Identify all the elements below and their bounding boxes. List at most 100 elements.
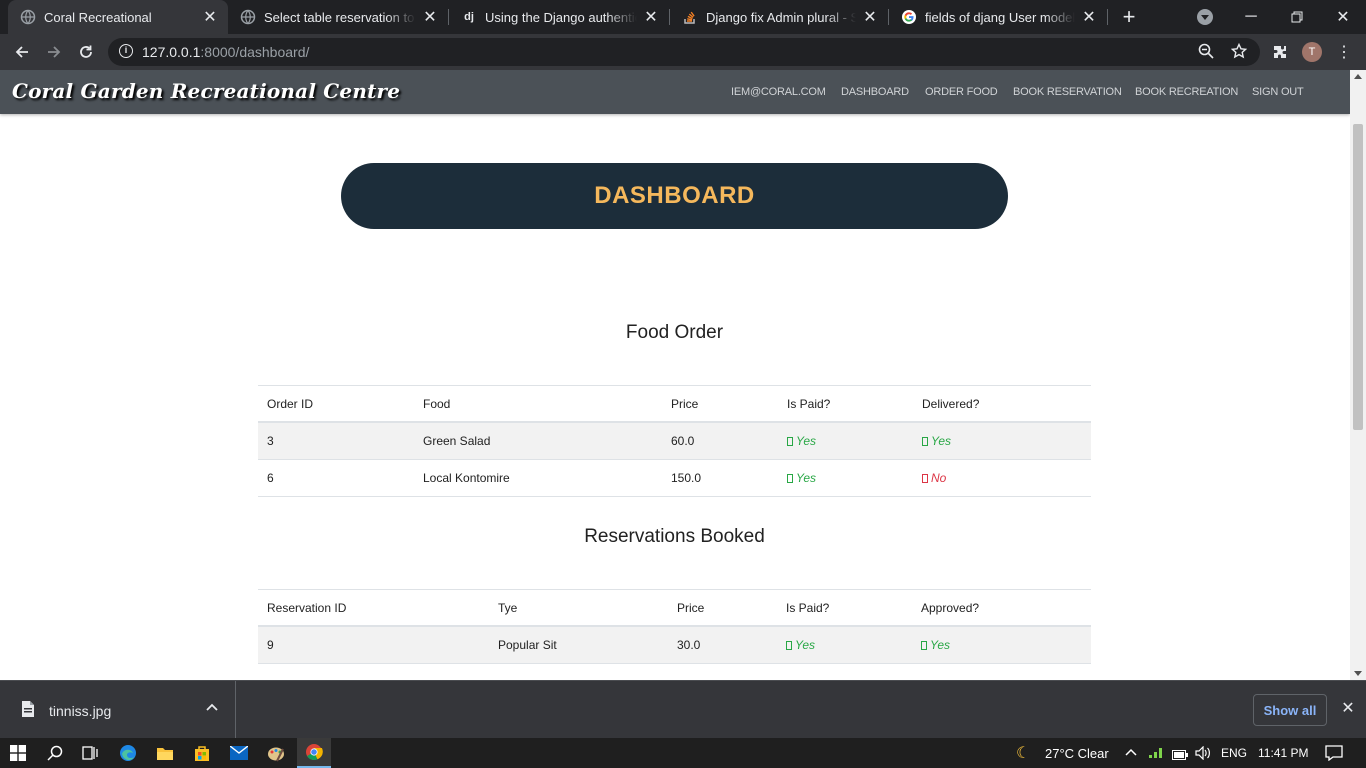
reload-icon[interactable] xyxy=(72,38,100,66)
nav-book-reservation[interactable]: BOOK RESERVATION xyxy=(1013,86,1122,98)
clock-time[interactable]: 11:41 PM xyxy=(1258,746,1308,760)
food-order-table: Order ID Food Price Is Paid? Delivered? … xyxy=(258,385,1091,497)
order-id: 3 xyxy=(267,434,274,448)
paint-icon[interactable] xyxy=(259,738,293,768)
download-item[interactable]: tinniss.jpg xyxy=(0,681,236,739)
check-icon xyxy=(786,641,792,650)
scrollbar-thumb[interactable] xyxy=(1353,124,1363,430)
scroll-up-arrow-icon[interactable] xyxy=(1354,74,1362,79)
nav-order-food[interactable]: ORDER FOOD xyxy=(925,86,998,98)
close-tab-icon[interactable]: ✕ xyxy=(422,9,438,26)
tab-title: fields of djang User model - ( xyxy=(925,9,1075,25)
tab-django-authentication[interactable]: dj Using the Django authenticat ✕ xyxy=(449,0,669,34)
stackoverflow-icon xyxy=(682,9,698,25)
globe-icon xyxy=(240,9,256,25)
nav-sign-out[interactable]: SIGN OUT xyxy=(1252,86,1304,98)
order-id: 6 xyxy=(267,471,274,485)
forward-icon[interactable] xyxy=(40,38,68,66)
url-host: 127.0.0.1 xyxy=(142,44,201,60)
food-price: 150.0 xyxy=(671,471,702,485)
check-icon xyxy=(787,437,793,446)
nav-book-recreation[interactable]: BOOK RECREATION xyxy=(1135,86,1238,98)
reservations-heading: Reservations Booked xyxy=(584,526,765,547)
header-reservation-id: Reservation ID xyxy=(267,601,347,615)
windows-taskbar: ☾ 27°C Clear ENG 11:41 PM xyxy=(0,738,1366,768)
close-download-bar-icon[interactable]: ✕ xyxy=(1339,700,1357,718)
close-tab-icon[interactable]: ✕ xyxy=(1081,9,1097,26)
search-icon[interactable] xyxy=(38,738,72,768)
tab-title: Using the Django authenticat xyxy=(485,9,637,25)
network-icon[interactable] xyxy=(1148,745,1164,764)
profile-avatar[interactable]: T xyxy=(1302,42,1322,62)
scroll-down-arrow-icon[interactable] xyxy=(1354,671,1362,676)
tab-select-table-reservation[interactable]: Select table reservation to ch ✕ xyxy=(228,0,448,34)
paid-status: Yes xyxy=(787,471,816,485)
input-language[interactable]: ENG xyxy=(1221,746,1247,760)
cross-icon xyxy=(922,474,928,483)
approved-status: Yes xyxy=(921,638,950,652)
nav-user-email[interactable]: IEM@CORAL.COM xyxy=(731,86,826,98)
page-scrollbar[interactable] xyxy=(1350,70,1366,680)
paid-status: Yes xyxy=(787,434,816,448)
close-tab-icon[interactable]: ✕ xyxy=(202,9,218,26)
reservation-type: Popular Sit xyxy=(498,638,557,652)
volume-icon[interactable] xyxy=(1195,745,1211,765)
header-food: Food xyxy=(423,397,451,411)
battery-icon[interactable] xyxy=(1172,747,1188,765)
chrome-taskbar-icon[interactable] xyxy=(297,738,331,768)
extensions-puzzle-icon[interactable] xyxy=(1266,38,1294,66)
paid-status: Yes xyxy=(786,638,815,652)
show-all-downloads-button[interactable]: Show all xyxy=(1253,694,1327,726)
url-path: :8000/dashboard/ xyxy=(200,44,310,60)
zoom-icon[interactable] xyxy=(1198,43,1214,64)
site-brand-logo[interactable]: Coral Garden Recreational Centre xyxy=(12,79,400,103)
header-is-paid: Is Paid? xyxy=(787,397,831,411)
mail-icon[interactable] xyxy=(222,738,256,768)
hidden-icons-chevron-icon[interactable] xyxy=(1125,746,1137,764)
close-tab-icon[interactable]: ✕ xyxy=(643,9,659,26)
weather-moon-icon[interactable]: ☾ xyxy=(1016,743,1030,763)
google-icon xyxy=(901,9,917,25)
tab-title: Django fix Admin plural - Sta xyxy=(706,9,856,25)
chevron-up-icon[interactable] xyxy=(205,701,219,720)
info-icon[interactable]: i xyxy=(119,44,133,58)
table-header: Reservation ID Tye Price Is Paid? Approv… xyxy=(258,590,1091,627)
globe-icon xyxy=(20,9,36,25)
back-icon[interactable] xyxy=(8,38,36,66)
task-view-icon[interactable] xyxy=(73,738,107,768)
kebab-menu-icon[interactable]: ⋮ xyxy=(1330,38,1358,66)
django-icon: dj xyxy=(464,11,474,23)
new-tab-button[interactable]: + xyxy=(1116,3,1142,31)
tab-fields-of-django-user-model[interactable]: fields of djang User model - ( ✕ xyxy=(889,0,1107,34)
close-tab-icon[interactable]: ✕ xyxy=(862,9,878,26)
close-window-icon[interactable]: ✕ xyxy=(1320,0,1366,34)
approved-value: Yes xyxy=(930,638,951,652)
check-icon xyxy=(922,437,928,446)
weather-text[interactable]: 27°C Clear xyxy=(1045,746,1109,761)
minimize-icon[interactable]: ─ xyxy=(1228,0,1274,34)
browser-toolbar: i 127.0.0.1:8000/dashboard/ T ⋮ xyxy=(0,34,1366,70)
address-bar[interactable]: i 127.0.0.1:8000/dashboard/ xyxy=(108,38,1260,66)
page-title: DASHBOARD xyxy=(594,182,755,209)
restore-icon[interactable] xyxy=(1274,0,1320,34)
tab-django-fix-admin-plural[interactable]: Django fix Admin plural - Sta ✕ xyxy=(670,0,888,34)
tab-coral-recreational[interactable]: Coral Recreational ✕ xyxy=(8,0,228,34)
tab-title: Select table reservation to ch xyxy=(264,9,416,25)
food-price: 60.0 xyxy=(671,434,695,448)
store-icon[interactable] xyxy=(185,738,219,768)
header-price: Price xyxy=(677,601,705,615)
header-delivered: Delivered? xyxy=(922,397,980,411)
file-explorer-icon[interactable] xyxy=(148,738,182,768)
bookmark-star-icon[interactable] xyxy=(1230,42,1248,64)
food-name: Local Kontomire xyxy=(423,471,510,485)
header-type: Tye xyxy=(498,601,518,615)
nav-dashboard[interactable]: DASHBOARD xyxy=(841,86,909,98)
edge-browser-icon[interactable] xyxy=(111,738,145,768)
notifications-icon[interactable] xyxy=(1325,745,1343,766)
check-icon xyxy=(921,641,927,650)
site-navbar: Coral Garden Recreational Centre IEM@COR… xyxy=(0,70,1350,114)
tab-search-icon[interactable] xyxy=(1197,9,1213,25)
download-bar: tinniss.jpg Show all ✕ xyxy=(0,680,1366,739)
windows-start-icon[interactable] xyxy=(0,738,36,768)
dashboard-banner: DASHBOARD xyxy=(341,163,1008,229)
